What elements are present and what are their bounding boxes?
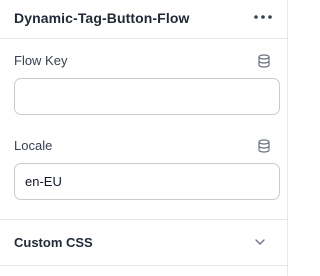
database-icon[interactable]: [257, 139, 271, 153]
panel-title: Dynamic-Tag-Button-Flow: [14, 10, 190, 26]
properties-panel: Dynamic-Tag-Button-Flow Flow Key Locale: [0, 0, 288, 276]
custom-css-section-toggle[interactable]: Custom CSS: [0, 220, 288, 265]
more-horizontal-icon: [254, 15, 272, 19]
header-divider: [0, 38, 288, 39]
chevron-down-icon: [255, 239, 265, 245]
more-options-button[interactable]: [252, 8, 274, 26]
custom-css-section-title: Custom CSS: [14, 235, 93, 250]
locale-label: Locale: [14, 138, 53, 153]
flow-key-label: Flow Key: [14, 53, 68, 68]
panel-header: Dynamic-Tag-Button-Flow: [0, 0, 288, 38]
section-divider-bottom: [0, 265, 288, 266]
locale-input[interactable]: [14, 163, 280, 200]
database-icon[interactable]: [257, 54, 271, 68]
flow-key-input[interactable]: [14, 78, 280, 115]
